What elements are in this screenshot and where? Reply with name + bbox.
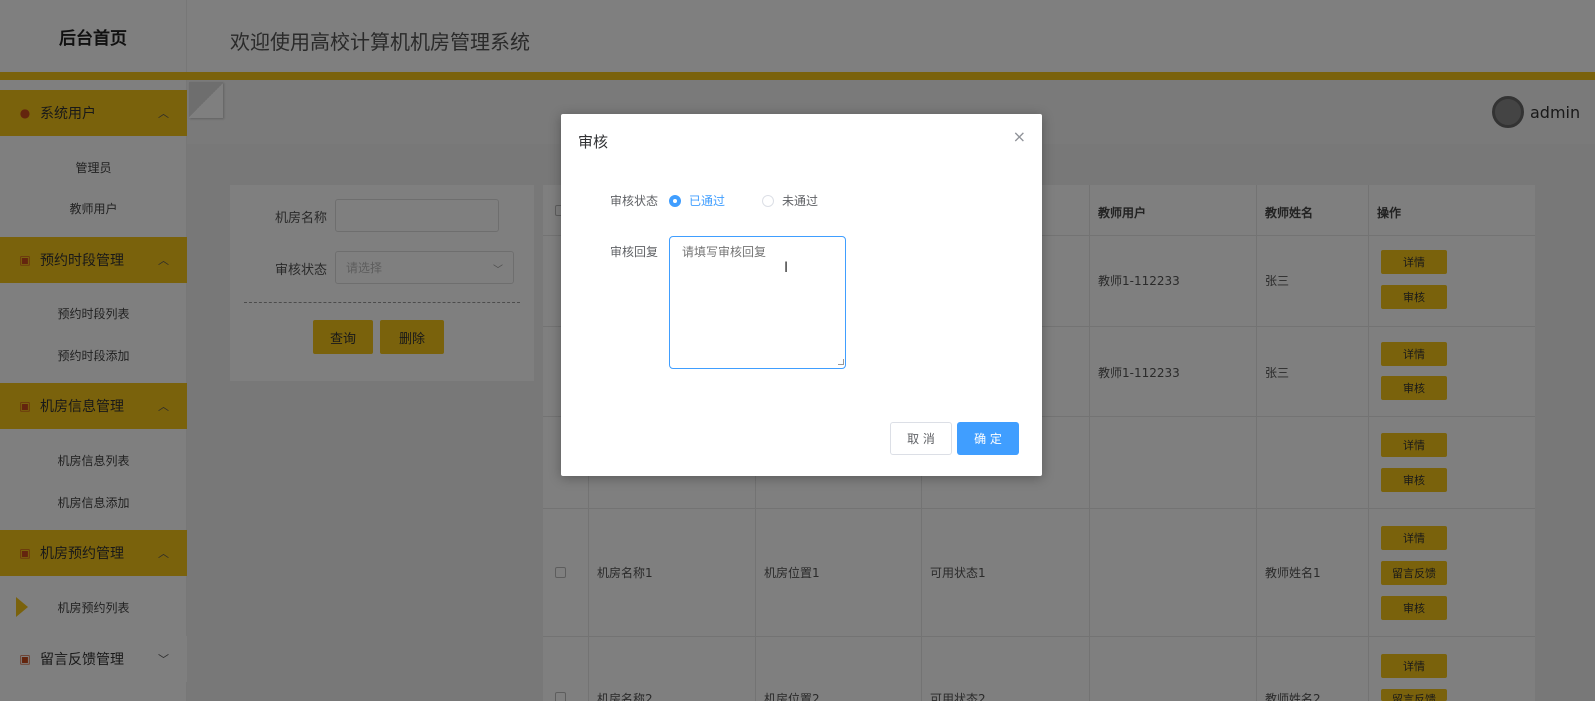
audit-reply-textarea[interactable] [669, 236, 846, 369]
audit-status-label: 审核状态 [610, 194, 659, 208]
cancel-button[interactable]: 取 消 [890, 422, 952, 455]
text-cursor-icon: I [784, 260, 789, 276]
radio-approved[interactable]: 已通过 [669, 192, 725, 209]
confirm-button[interactable]: 确 定 [957, 422, 1019, 455]
radio-checked-icon [669, 194, 681, 207]
close-icon[interactable]: × [1013, 127, 1026, 146]
radio-label: 未通过 [782, 194, 819, 208]
audit-dialog: 审核 × 审核状态 已通过 未通过 审核回复 I 取 消 确 定 [561, 114, 1042, 476]
resize-handle-icon[interactable] [838, 359, 844, 365]
radio-unchecked-icon [762, 194, 774, 207]
radio-rejected[interactable]: 未通过 [762, 192, 818, 209]
dialog-title: 审核 [578, 133, 609, 151]
radio-label: 已通过 [689, 194, 726, 208]
audit-reply-label: 审核回复 [610, 245, 659, 259]
